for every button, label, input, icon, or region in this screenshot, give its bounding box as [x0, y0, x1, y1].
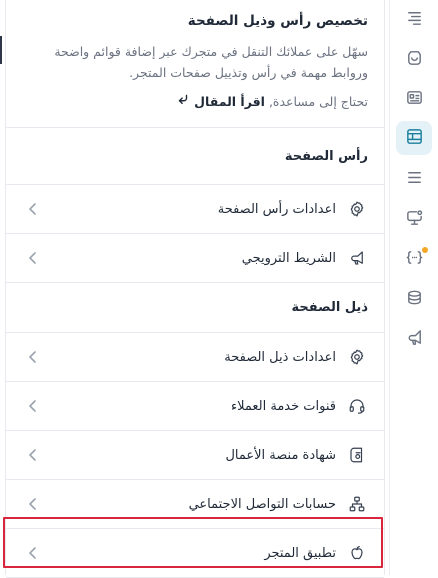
footer-settings-label: اعدادات ذيل الصفحة: [224, 349, 336, 365]
footer-section-title: ذيل الصفحة: [6, 283, 384, 333]
store-app-label: تطبيق المتجر: [264, 545, 336, 561]
header-settings-row[interactable]: اعدادات رأس الصفحة: [6, 185, 384, 234]
read-article-label: اقرأ المقال: [194, 93, 265, 109]
promo-bar-row[interactable]: الشريط الترويجي: [6, 234, 384, 283]
headset-icon: [346, 395, 368, 417]
social-accounts-label: حسابات التواصل الاجتماعي: [188, 496, 336, 512]
store-app-row[interactable]: تطبيق المتجر: [6, 529, 384, 578]
monitor-settings-icon: [405, 208, 424, 231]
layout-icon: [405, 127, 424, 150]
left-edge-marker: [0, 36, 2, 64]
megaphone-icon: [405, 328, 424, 351]
chevron-left-icon: [26, 251, 40, 265]
gear-icon: [346, 198, 368, 220]
help-text: تحتاج إلى مساعدة,: [268, 93, 368, 109]
certificate-icon: [346, 444, 368, 466]
social-network-icon: [346, 493, 368, 515]
business-certificate-row[interactable]: شهادة منصة الأعمال: [6, 431, 384, 480]
rail-coins[interactable]: [396, 282, 432, 316]
help-line: تحتاج إلى مساعدة, اقرأ المقال: [22, 92, 368, 111]
settings-panel: تخصيص رأس وذيل الصفحة سهّل على عملائك ال…: [5, 0, 385, 578]
footer-settings-row[interactable]: اعدادات ذيل الصفحة: [6, 333, 384, 382]
apple-icon: [346, 542, 368, 564]
customer-service-row[interactable]: قنوات خدمة العملاء: [6, 382, 384, 431]
chevron-left-icon: [26, 350, 40, 364]
icon-rail: [389, 0, 438, 575]
chevron-left-icon: [26, 202, 40, 216]
header-section-title: رأس الصفحة: [6, 128, 384, 185]
rail-layout[interactable]: [396, 121, 432, 155]
rail-id-card[interactable]: [396, 82, 432, 116]
rail-marketing[interactable]: [396, 322, 432, 356]
coins-icon: [405, 288, 424, 311]
gear-icon: [346, 346, 368, 368]
rail-menu[interactable]: [396, 162, 432, 196]
megaphone-icon: [346, 247, 368, 269]
header-settings-label: اعدادات رأس الصفحة: [217, 201, 336, 217]
customer-service-label: قنوات خدمة العملاء: [231, 398, 336, 414]
id-card-icon: [405, 88, 424, 111]
social-accounts-row[interactable]: حسابات التواصل الاجتماعي: [6, 480, 384, 529]
business-certificate-label: شهادة منصة الأعمال: [225, 447, 336, 463]
code-braces-icon: [405, 248, 424, 271]
promo-bar-label: الشريط الترويجي: [241, 250, 336, 266]
shop-bag-icon: [405, 48, 424, 71]
intro-description: سهّل على عملائك التنقل في متجرك عبر إضاف…: [54, 44, 368, 80]
return-arrow-icon: [176, 92, 190, 111]
rail-monitor[interactable]: [396, 202, 432, 236]
intro-block: تخصيص رأس وذيل الصفحة سهّل على عملائك ال…: [6, 0, 384, 128]
rail-text-align[interactable]: [396, 2, 432, 36]
read-article-link[interactable]: اقرأ المقال: [176, 92, 265, 111]
chevron-left-icon: [26, 399, 40, 413]
chevron-left-icon: [26, 497, 40, 511]
chevron-left-icon: [26, 448, 40, 462]
chevron-left-icon: [26, 546, 40, 560]
rail-code[interactable]: [396, 242, 432, 276]
page-title: تخصيص رأس وذيل الصفحة: [187, 13, 368, 29]
notification-dot: [422, 247, 428, 253]
menu-lines-icon: [405, 168, 424, 191]
rail-shop[interactable]: [396, 42, 432, 76]
text-align-icon: [405, 8, 424, 31]
